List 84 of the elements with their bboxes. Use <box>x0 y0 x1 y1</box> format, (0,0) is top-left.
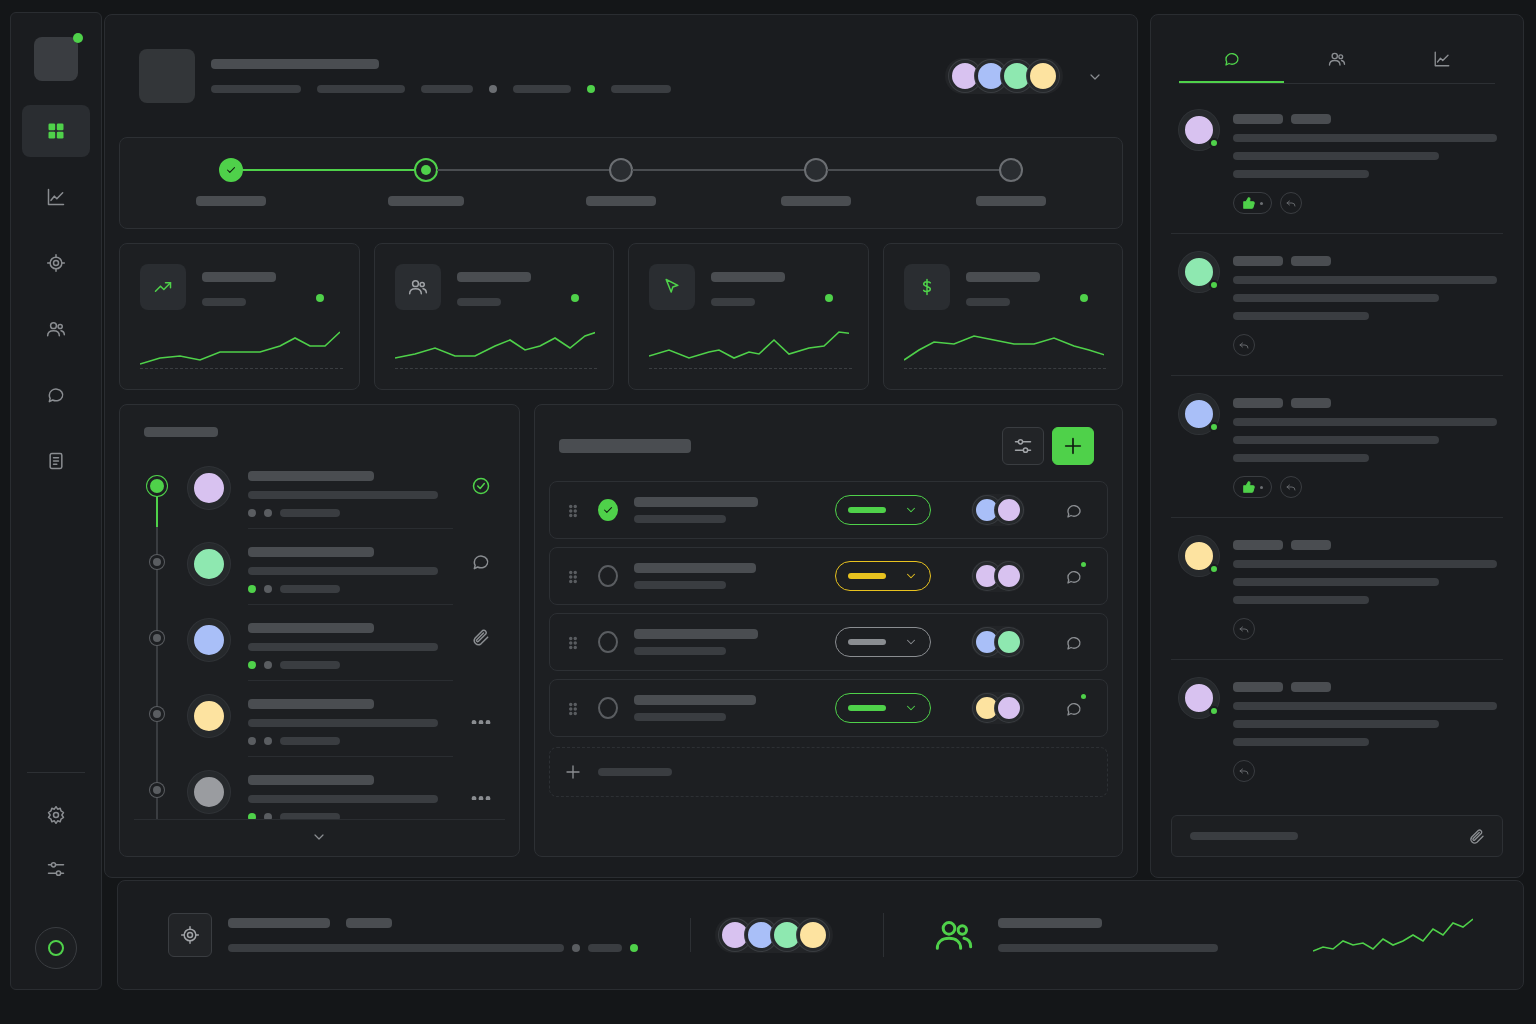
chat-bubble-icon <box>1222 50 1241 68</box>
status-dot <box>264 813 272 819</box>
status-dot <box>264 661 272 669</box>
text-placeholder <box>280 661 340 669</box>
reply-icon <box>1238 765 1250 777</box>
document-icon <box>46 451 66 471</box>
reply-icon <box>1238 623 1250 635</box>
users-icon <box>1328 50 1346 68</box>
task-checkbox[interactable] <box>598 499 619 521</box>
status-dropdown[interactable] <box>835 693 931 723</box>
status-dot <box>264 737 272 745</box>
project-image <box>139 49 195 103</box>
dashboard-icon <box>46 121 66 141</box>
task-row[interactable] <box>549 547 1108 605</box>
status-dropdown[interactable] <box>835 561 931 591</box>
task-row[interactable] <box>549 481 1108 539</box>
filter-button[interactable] <box>1002 427 1044 465</box>
text-placeholder <box>346 918 392 928</box>
status-dot <box>1079 294 1088 303</box>
text-placeholder <box>1233 398 1283 408</box>
text-placeholder <box>421 85 473 93</box>
status-button[interactable] <box>35 927 77 969</box>
plus-icon <box>1062 435 1084 457</box>
text-placeholder <box>202 298 246 307</box>
reply-icon <box>1238 339 1250 351</box>
task-row[interactable] <box>549 613 1108 671</box>
text-placeholder <box>711 298 755 307</box>
users-icon <box>46 319 66 339</box>
status-dot <box>264 509 272 517</box>
text-placeholder <box>1233 256 1283 266</box>
text-placeholder <box>280 813 340 819</box>
text-placeholder <box>1233 114 1283 124</box>
settings-icon <box>46 805 66 825</box>
nav-item[interactable] <box>22 105 90 157</box>
check-circle-icon <box>471 475 491 496</box>
status-dot <box>316 294 324 303</box>
status-dot <box>630 944 638 952</box>
text-placeholder <box>1291 682 1331 692</box>
text-placeholder <box>965 298 1010 307</box>
target-icon <box>46 253 66 273</box>
reply-icon <box>1285 481 1297 493</box>
status-dot <box>825 294 833 303</box>
status-dot <box>264 585 272 593</box>
paperclip-icon <box>1468 827 1486 846</box>
text-placeholder <box>586 196 656 206</box>
comment-input-field[interactable] <box>1171 815 1503 857</box>
text-placeholder <box>1291 114 1331 124</box>
sliders-icon <box>1013 436 1033 456</box>
text-placeholder <box>196 196 266 206</box>
text-placeholder <box>280 585 340 593</box>
status-dot <box>570 294 579 303</box>
text-placeholder <box>1233 540 1283 550</box>
text-placeholder <box>280 509 340 517</box>
text-placeholder <box>456 298 501 307</box>
text-placeholder <box>1291 540 1331 550</box>
text-placeholder <box>1291 398 1331 408</box>
plus-icon <box>564 763 582 781</box>
more-icon <box>471 795 491 800</box>
status-dropdown[interactable] <box>835 627 931 657</box>
add-button[interactable] <box>1052 427 1094 465</box>
text-placeholder <box>1233 682 1283 692</box>
thumbs-up-icon <box>1242 196 1256 210</box>
chart-icon <box>1433 50 1452 68</box>
text-placeholder <box>588 944 622 952</box>
text-placeholder <box>280 737 340 745</box>
reply-icon <box>1285 197 1297 209</box>
chart-icon <box>46 187 66 207</box>
task-checkbox[interactable] <box>598 697 619 719</box>
chat-bubble-icon <box>46 385 66 405</box>
text-placeholder <box>513 85 571 93</box>
thumbs-up-icon <box>1242 480 1256 494</box>
more-icon <box>471 719 491 724</box>
target-icon <box>180 925 200 945</box>
task-row[interactable] <box>549 679 1108 737</box>
status-dot <box>572 944 580 952</box>
task-checkbox[interactable] <box>598 631 619 653</box>
text-placeholder <box>611 85 671 93</box>
sliders-icon <box>46 859 66 879</box>
text-placeholder <box>976 196 1046 206</box>
paperclip-icon <box>471 627 491 648</box>
text-placeholder <box>781 196 851 206</box>
text-placeholder <box>1291 256 1331 266</box>
task-checkbox[interactable] <box>598 565 619 587</box>
status-dropdown[interactable] <box>835 495 931 525</box>
